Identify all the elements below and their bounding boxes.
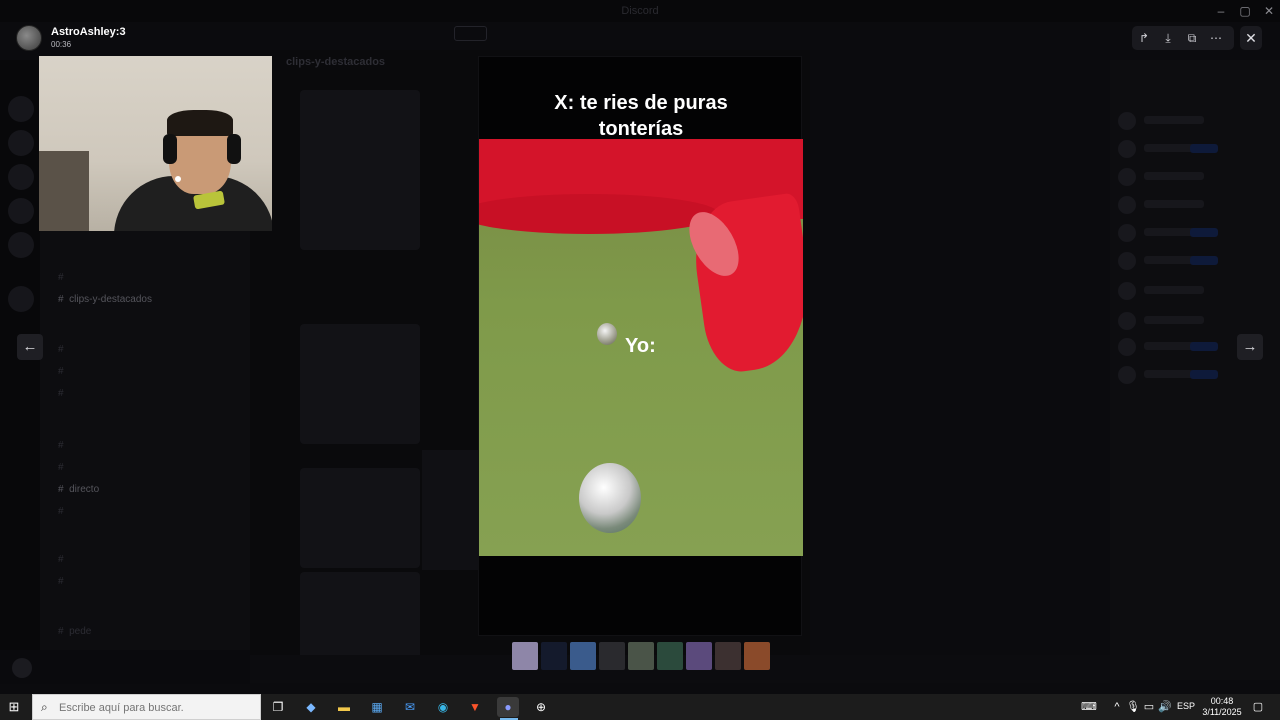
notice-banner-text [440,28,443,39]
next-media-button[interactable]: → [1237,334,1263,360]
thumbnail[interactable] [686,642,712,670]
notice-banner-button [453,26,488,41]
channel-item: # [58,344,70,355]
more-icon[interactable]: ⋯ [1208,30,1224,46]
store-icon[interactable]: ▦ [366,697,388,717]
channel-item: # [58,462,70,473]
thumbnail[interactable] [628,642,654,670]
arrow-left-icon: ← [22,338,38,355]
mail-icon[interactable]: ✉ [399,697,421,717]
discord-icon[interactable]: ● [497,697,519,717]
server-icon [8,198,34,224]
server-icon [8,232,34,258]
channel-item: # [58,388,70,399]
member-list [1110,60,1280,680]
arrow-right-icon: → [1242,338,1258,355]
channel-item: # [58,272,70,283]
small-marble [597,323,617,345]
thumbnail[interactable] [657,642,683,670]
clock-date: 3/11/2025 [1202,707,1242,717]
webcam-preview [39,56,272,231]
server-icon [8,130,34,156]
user-panel [0,650,250,684]
thumbnail-strip [512,642,770,670]
taskbar-search-input[interactable] [59,700,255,716]
channel-item: # [58,366,70,377]
feed-card [300,90,420,250]
viewer-actions: ↱ ⤓ ⧉ ⋯ [1132,26,1234,50]
server-icon [8,286,34,312]
uploader-timestamp: 00:36 [51,40,72,49]
server-list [0,60,40,680]
user-panel-name [40,658,43,669]
task-view-icon[interactable]: ❐ [267,697,289,717]
meme-caption: X: te ries de puras tonterías [479,90,803,142]
maximize-icon[interactable]: ▢ [1238,4,1252,18]
feed-card [422,450,482,570]
channel-item-directo: # directo [58,484,100,495]
thumbnail[interactable] [599,642,625,670]
thumbnail[interactable] [715,642,741,670]
minimize-icon[interactable]: – [1214,4,1228,18]
open-external-icon[interactable]: ⧉ [1184,30,1200,46]
channel-item: # [58,554,70,565]
volume-icon[interactable]: 🔊 [1157,699,1173,715]
windows-start-icon[interactable]: ⊞ [6,699,22,715]
channel-item: # [58,506,70,517]
forward-icon[interactable]: ↱ [1136,30,1152,46]
meme-caption-line1: X: te ries de puras [554,92,728,114]
title-bar: Discord – ▢ ✕ [0,0,1280,22]
clock-time: 00:48 [1210,696,1234,706]
previous-media-button[interactable]: ← [17,334,43,360]
feed-card [300,468,420,568]
channel-item-pede: # pede [58,626,92,637]
channel-item-clips: # clips-y-destacados [58,294,152,305]
avatar [12,658,32,678]
media-viewer[interactable]: X: te ries de puras tonterías Yo: [478,56,803,636]
uploader-avatar[interactable] [16,25,42,51]
video-frame[interactable]: Yo: [479,139,803,556]
language-indicator[interactable]: ESP [1177,701,1195,711]
notice-banner [440,26,870,42]
network-icon[interactable]: ▭ [1141,699,1157,715]
file-explorer-icon[interactable]: ▬ [333,697,355,717]
brave-icon[interactable]: ▼ [464,697,486,717]
chevron-up-icon[interactable]: ^ [1109,699,1125,715]
large-marble [579,463,641,533]
overlay-text: Yo: [625,335,656,357]
thumbnail[interactable] [744,642,770,670]
notifications-icon[interactable]: ▢ [1250,699,1266,715]
thumbnail[interactable] [570,642,596,670]
thumbnail[interactable] [512,642,538,670]
app-icon[interactable]: ⊕ [530,697,552,717]
uploader-name[interactable]: AstroAshley:3 [51,26,126,38]
window-close-icon[interactable]: ✕ [1262,4,1276,18]
close-icon: ✕ [1245,30,1257,46]
channel-item: # [58,576,70,587]
copilot-icon[interactable]: ◆ [300,697,322,717]
taskbar-search[interactable]: ⌕ [32,694,261,720]
channel-header: clips-y-destacados [286,56,386,68]
thumbnail[interactable] [541,642,567,670]
download-icon[interactable]: ⤓ [1160,30,1176,46]
edge-icon[interactable]: ◉ [432,697,454,717]
close-viewer-button[interactable]: ✕ [1240,26,1262,50]
server-icon [8,96,34,122]
server-icon [8,164,34,190]
clock[interactable]: 00:48 3/11/2025 [1200,696,1244,718]
taskbar: ⊞ ⌕ ❐ ◆ ▬ ▦ ✉ ◉ ▼ ● ⊕ ⌨ ^ 🎙 ▭ 🔊 ESP 00:4… [0,694,1280,720]
channel-item: # [58,440,70,451]
feed-card [300,324,420,444]
microphone-icon[interactable]: 🎙 [1125,699,1141,715]
screen: Discord – ▢ ✕ # # clips-y-destacados # #… [0,0,1280,720]
keyboard-icon[interactable]: ⌨ [1081,699,1097,715]
window-title: Discord [621,5,659,17]
search-icon: ⌕ [41,700,48,714]
